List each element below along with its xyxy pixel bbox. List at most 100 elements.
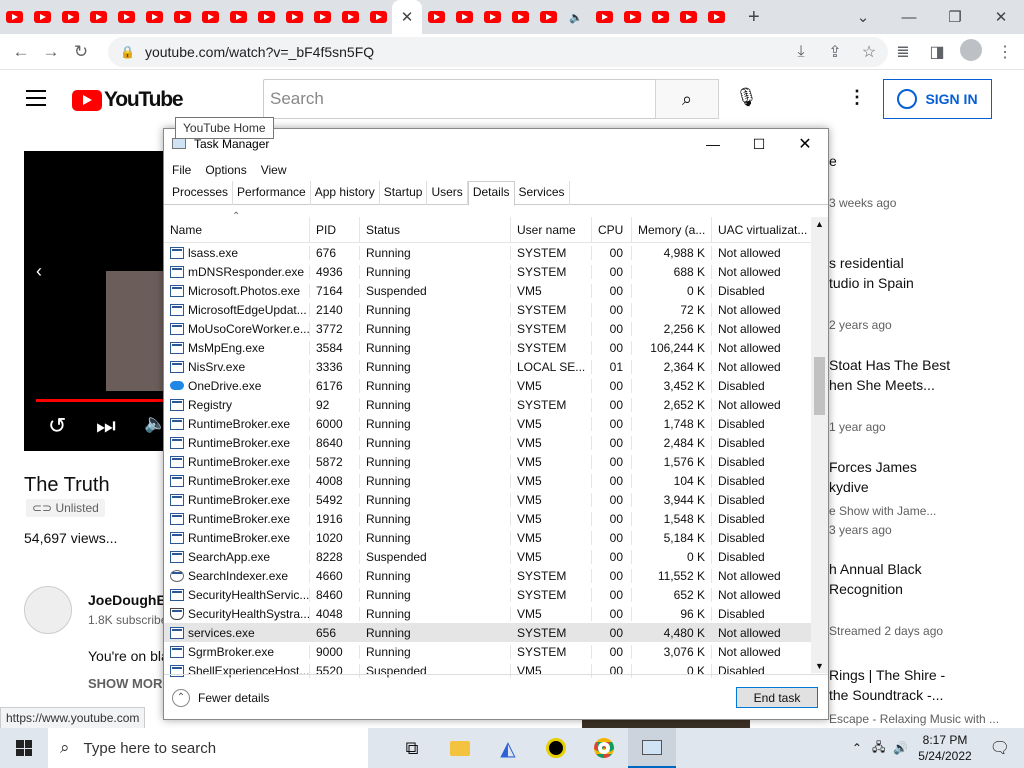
search-input[interactable]: Search xyxy=(263,79,656,119)
column-header[interactable]: Memory (a... xyxy=(632,217,712,243)
scroll-down-icon[interactable]: ▼ xyxy=(811,661,828,671)
browser-tab[interactable] xyxy=(534,0,562,34)
menu-item-view[interactable]: View xyxy=(261,163,287,177)
browser-tab[interactable] xyxy=(252,0,280,34)
bookmark-star-icon[interactable]: ☆ xyxy=(856,42,882,62)
browser-tab[interactable] xyxy=(590,0,618,34)
related-video-title[interactable]: Forces James kydive xyxy=(829,457,917,497)
table-row[interactable]: SearchIndexer.exe 4660 Running SYSTEM 00 11,5… xyxy=(164,566,828,585)
table-row[interactable]: MicrosoftEdgeUpdat... 2140 Running SYSTEM 00… xyxy=(164,300,828,319)
sign-in-button[interactable]: SIGN IN xyxy=(883,79,992,119)
table-row[interactable]: MsMpEng.exe 3584 Running SYSTEM 00 106,244 K N… xyxy=(164,338,828,357)
browser-tab[interactable] xyxy=(674,0,702,34)
install-icon[interactable]: ⤓ xyxy=(788,43,814,61)
table-row[interactable]: RuntimeBroker.exe 6000 Running VM5 00 1,748 K… xyxy=(164,414,828,433)
app-icon-blue[interactable]: ◭ xyxy=(484,728,532,768)
menu-item-file[interactable]: File xyxy=(172,163,191,177)
table-row[interactable]: SgrmBroker.exe 9000 Running SYSTEM 00 3,076 K… xyxy=(164,642,828,661)
channel-avatar[interactable] xyxy=(24,586,72,634)
browser-tab[interactable] xyxy=(336,0,364,34)
table-row[interactable]: RuntimeBroker.exe 4008 Running VM5 00 104 K Di… xyxy=(164,471,828,490)
browser-tab[interactable]: 🔈 xyxy=(562,0,590,34)
table-row[interactable]: SearchApp.exe 8228 Suspended VM5 00 0 K Disabl… xyxy=(164,547,828,566)
search-button[interactable]: ⌕ xyxy=(655,79,719,119)
profile-icon[interactable] xyxy=(958,38,984,66)
table-row[interactable]: Registry 92 Running SYSTEM 00 2,652 K Not allo… xyxy=(164,395,828,414)
tm-minimize-button[interactable]: — xyxy=(690,129,736,159)
browser-tab[interactable]: ✕ xyxy=(392,0,422,34)
table-row[interactable]: RuntimeBroker.exe 5492 Running VM5 00 3,944 K… xyxy=(164,490,828,509)
chevron-left-icon[interactable]: ‹ xyxy=(36,261,42,282)
chrome-icon[interactable] xyxy=(580,728,628,768)
tab-details[interactable]: Details xyxy=(467,181,515,206)
microphone-icon[interactable]: 🎙 xyxy=(735,87,758,108)
progress-bar[interactable] xyxy=(36,399,168,402)
show-more-button[interactable]: SHOW MORE xyxy=(88,676,171,691)
browser-tab[interactable] xyxy=(308,0,336,34)
tab-app-history[interactable]: App history xyxy=(311,181,380,205)
media-control-icon[interactable]: ≣ xyxy=(890,42,916,62)
table-row[interactable]: NisSrv.exe 3336 Running LOCAL SE... 01 2,364 … xyxy=(164,357,828,376)
back-icon[interactable]: ← xyxy=(6,42,36,62)
table-row[interactable]: SecurityHealthSystra... 4048 Running VM5 00 9… xyxy=(164,604,828,623)
browser-tab[interactable] xyxy=(422,0,450,34)
restore-button[interactable]: ❐ xyxy=(932,0,978,34)
browser-tab[interactable] xyxy=(478,0,506,34)
tab-performance[interactable]: Performance xyxy=(233,181,311,205)
chrome-menu-icon[interactable]: ⋮ xyxy=(992,42,1018,62)
side-panel-icon[interactable]: ◨ xyxy=(924,42,950,62)
network-icon[interactable]: 🖧 xyxy=(872,738,885,759)
browser-tab[interactable] xyxy=(702,0,730,34)
table-row[interactable]: Microsoft.Photos.exe 7164 Suspended VM5 00 0 … xyxy=(164,281,828,300)
replay-icon[interactable]: ↺ xyxy=(48,413,66,439)
minimize-button[interactable]: — xyxy=(886,0,932,34)
browser-tab[interactable] xyxy=(196,0,224,34)
menu-item-options[interactable]: Options xyxy=(205,163,246,177)
tab-processes[interactable]: Processes xyxy=(168,181,234,205)
browser-tab[interactable] xyxy=(364,0,392,34)
related-video-title[interactable]: s residential tudio in Spain xyxy=(829,253,914,293)
video-player[interactable]: ‹ ↺ ⏭ 🔈 xyxy=(24,151,168,451)
browser-tab[interactable] xyxy=(506,0,534,34)
browser-tab[interactable] xyxy=(56,0,84,34)
tm-maximize-button[interactable]: ☐ xyxy=(736,129,782,159)
tab-startup[interactable]: Startup xyxy=(380,181,428,205)
table-row[interactable]: mDNSResponder.exe 4936 Running SYSTEM 00 688 … xyxy=(164,262,828,281)
close-tab-icon[interactable]: ✕ xyxy=(401,8,414,26)
browser-tab[interactable] xyxy=(140,0,168,34)
chevron-up-icon[interactable]: ⌃ xyxy=(852,741,862,755)
taskbar-search[interactable]: ⌕ Type here to search xyxy=(48,728,368,768)
browser-tab[interactable] xyxy=(84,0,112,34)
tab-users[interactable]: Users xyxy=(427,181,468,205)
related-video-title[interactable]: Stoat Has The Best hen She Meets... xyxy=(829,355,950,395)
related-video-title[interactable]: Rings | The Shire - the Soundtrack -... xyxy=(829,665,945,705)
browser-tab[interactable] xyxy=(280,0,308,34)
address-bar[interactable]: 🔒 youtube.com/watch?v=_bF4f5sn5FQ xyxy=(108,37,888,67)
browser-tab[interactable] xyxy=(224,0,252,34)
new-tab-icon[interactable]: + xyxy=(748,6,760,29)
table-row[interactable]: services.exe 656 Running SYSTEM 00 4,480 K Not… xyxy=(164,623,828,642)
column-header[interactable]: User name xyxy=(511,217,592,243)
clock[interactable]: 8:17 PM 5/24/2022 xyxy=(918,732,971,764)
forward-icon[interactable]: → xyxy=(36,42,66,62)
close-window-button[interactable]: ✕ xyxy=(978,0,1024,34)
table-row[interactable]: SecurityHealthServic... 8460 Running SYSTEM… xyxy=(164,585,828,604)
browser-tab[interactable] xyxy=(28,0,56,34)
table-row[interactable]: RuntimeBroker.exe 8640 Running VM5 00 2,484 K… xyxy=(164,433,828,452)
app-icon-ring[interactable] xyxy=(532,728,580,768)
table-row[interactable]: lsass.exe 676 Running SYSTEM 00 4,988 K Not al… xyxy=(164,243,828,262)
settings-menu-icon[interactable]: ⋮ xyxy=(848,87,866,108)
related-video-title[interactable]: h Annual Black Recognition xyxy=(829,559,922,599)
column-header[interactable]: Status xyxy=(360,217,511,243)
scrollbar-thumb[interactable] xyxy=(814,357,825,415)
file-explorer-icon[interactable] xyxy=(436,728,484,768)
notifications-icon[interactable]: 🗨 xyxy=(990,738,1010,758)
browser-tab[interactable] xyxy=(0,0,28,34)
task-view-icon[interactable]: ⧉ xyxy=(388,728,436,768)
table-row[interactable]: OneDrive.exe 6176 Running VM5 00 3,452 K Disab… xyxy=(164,376,828,395)
table-row[interactable]: RuntimeBroker.exe 1916 Running VM5 00 1,548 K… xyxy=(164,509,828,528)
youtube-logo[interactable]: YouTube xyxy=(72,88,184,112)
share-icon[interactable]: ⇪ xyxy=(822,42,848,62)
end-task-button[interactable]: End task xyxy=(736,687,818,708)
browser-tab[interactable] xyxy=(450,0,478,34)
